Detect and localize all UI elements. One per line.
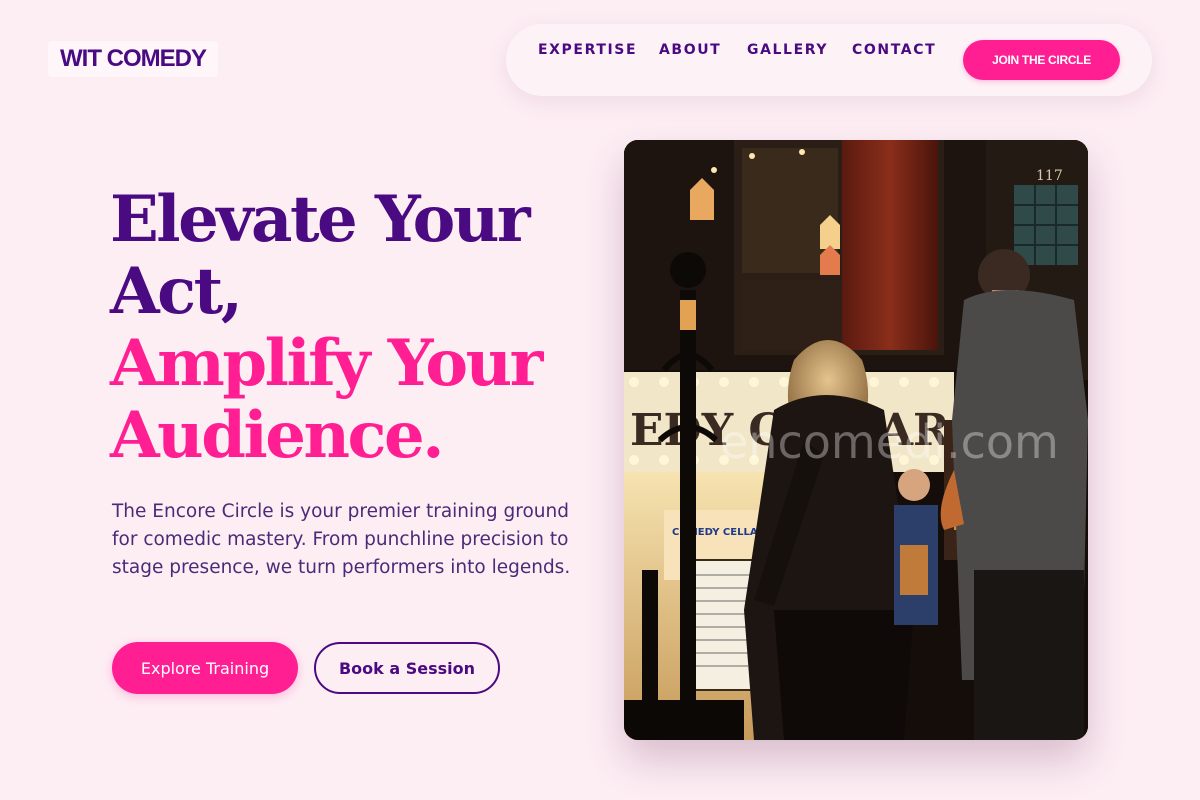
join-the-circle-button[interactable]: JOIN THE CIRCLE [963,40,1120,80]
headline-line-1: Elevate Your [110,182,531,257]
door-number: 117 [1036,168,1063,184]
explore-training-button[interactable]: Explore Training [112,642,298,694]
landing-page: WIT COMEDY EXPERTISE ABOUT GALLERY CONTA… [0,0,1200,800]
hero-photo: 117 EDY CELLAR COMEDY CELLAR [624,140,1088,740]
hero-headline: Elevate Your Act, Amplify Your Audience. [110,184,590,472]
nav-link-about[interactable]: ABOUT [659,42,721,58]
photo-watermark: encomedi.com [720,415,1059,469]
book-session-button[interactable]: Book a Session [314,642,500,694]
brand-logo[interactable]: WIT COMEDY [48,41,218,77]
nav-link-gallery[interactable]: GALLERY [747,42,828,58]
headline-line-2: Act, [110,254,243,329]
headline-line-3: Amplify Your [110,326,543,401]
nav-link-expertise[interactable]: EXPERTISE [538,42,637,58]
hero-description: The Encore Circle is your premier traini… [112,501,571,578]
nav-link-contact[interactable]: CONTACT [852,42,936,58]
headline-line-4: Audience. [110,398,444,473]
